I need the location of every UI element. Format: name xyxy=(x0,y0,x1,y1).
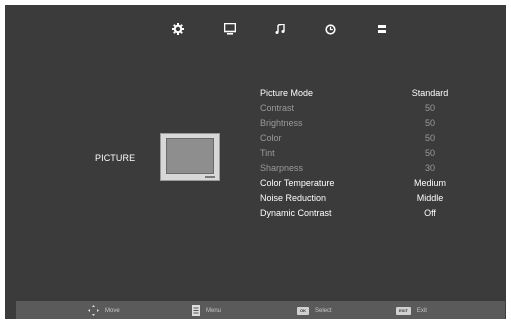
time-clock-icon[interactable] xyxy=(322,21,338,37)
menu-item-label: Color xyxy=(260,133,282,143)
menu-item[interactable]: Color 50 xyxy=(260,132,460,147)
menu-item-label: Brightness xyxy=(260,118,303,128)
menu-item[interactable]: Noise Reduction Middle xyxy=(260,192,460,207)
menu-item-value: Off xyxy=(424,208,436,218)
sound-note-icon[interactable] xyxy=(272,21,288,37)
menu-item-value: 50 xyxy=(424,118,435,128)
menu-item-value: Medium xyxy=(413,178,446,188)
menu-item-label: Color Temperature xyxy=(260,178,335,188)
menu-item-label: Tint xyxy=(260,148,275,158)
menu-item-value: 50 xyxy=(424,148,435,158)
menu-item[interactable]: Tint 50 xyxy=(260,147,460,162)
ok-key-icon: OK xyxy=(297,306,309,315)
exit-label: Exit xyxy=(416,307,427,314)
menu-list-icon xyxy=(192,305,200,316)
menu-item[interactable]: Dynamic Contrast Off xyxy=(260,207,460,222)
tv-osd-screen: PICTURE Picture Mode Standard Contrast 50 Br… xyxy=(5,5,506,319)
menu-item[interactable]: Brightness 50 xyxy=(260,117,460,132)
picture-settings-menu: Picture Mode Standard Contrast 50 Brightness… xyxy=(260,87,460,222)
menu-item-label: Dynamic Contrast xyxy=(260,208,332,218)
menu-item-label: Contrast xyxy=(260,103,295,113)
select-hint: OK Select xyxy=(297,305,332,316)
menu-item-value: 50 xyxy=(424,103,435,113)
menu-item-value: 50 xyxy=(424,133,435,143)
picture-preview-icon xyxy=(160,133,220,181)
menu-item-value: 30 xyxy=(424,163,435,173)
help-bar: Move Menu OK Select EXIT Exit xyxy=(16,301,505,319)
picture-monitor-icon[interactable] xyxy=(222,21,238,37)
menu-item[interactable]: Sharpness 30 xyxy=(260,162,460,177)
setup-list-icon[interactable] xyxy=(374,21,390,37)
dpad-icon xyxy=(88,305,99,316)
menu-item-value: Standard xyxy=(411,88,449,98)
menu-label: Menu xyxy=(206,307,222,314)
select-label: Select xyxy=(315,307,332,314)
menu-item[interactable]: Color Temperature Medium xyxy=(260,177,460,192)
menu-item[interactable]: Picture Mode Standard xyxy=(260,87,460,102)
move-hint: Move xyxy=(88,305,120,316)
menu-hint: Menu xyxy=(192,305,221,316)
exit-hint: EXIT Exit xyxy=(396,305,427,316)
menu-item[interactable]: Contrast 50 xyxy=(260,102,460,117)
menu-item-label: Sharpness xyxy=(260,163,304,173)
menu-item-value: Middle xyxy=(416,193,444,203)
settings-gear-icon[interactable] xyxy=(170,21,186,37)
exit-key-icon: EXIT xyxy=(396,306,411,315)
move-label: Move xyxy=(105,307,120,314)
menu-item-label: Picture Mode xyxy=(260,88,314,98)
section-title: PICTURE xyxy=(95,153,136,163)
category-bar xyxy=(5,19,506,41)
menu-item-label: Noise Reduction xyxy=(260,193,327,203)
